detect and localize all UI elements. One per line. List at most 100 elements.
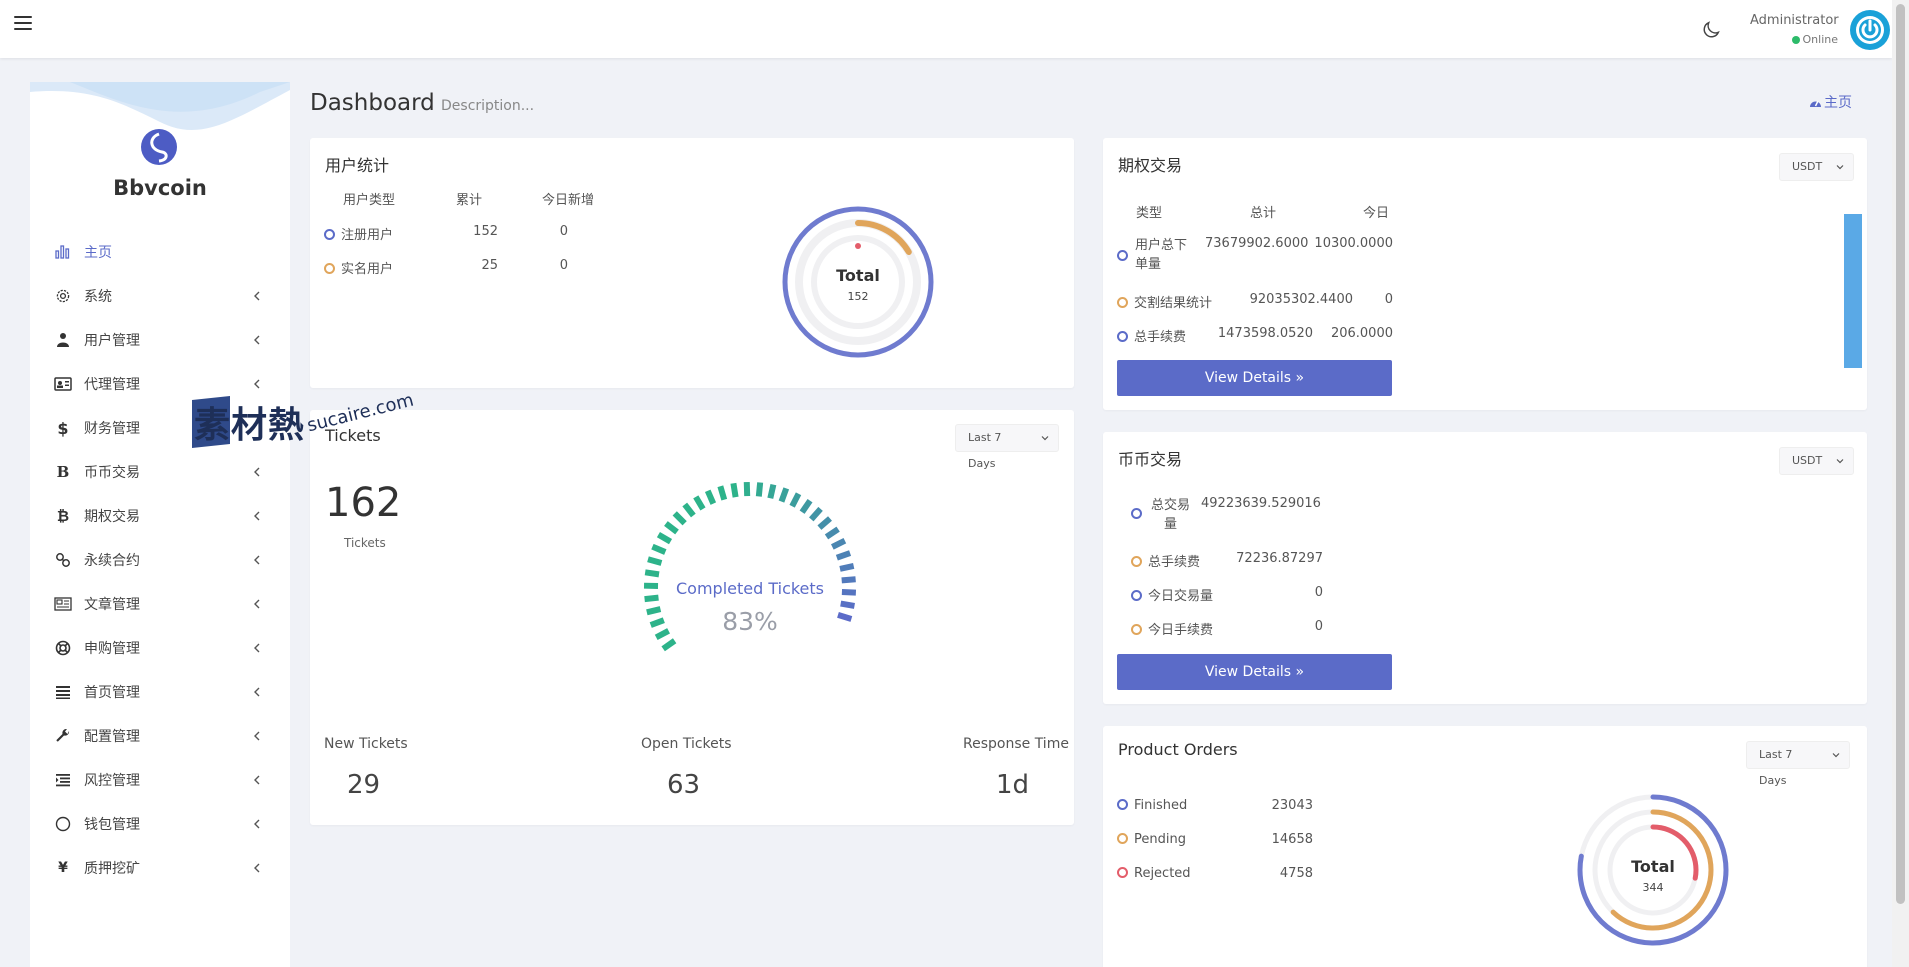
gauge-tick [809,506,823,522]
chevron-left-icon [254,819,260,829]
button-label: View Details [1204,664,1292,680]
page-scrollbar[interactable] [1892,0,1909,967]
row-label: 总交易 [1151,498,1191,513]
row-total: 152 [473,224,498,239]
options-scroll-bar[interactable] [1844,214,1862,368]
sidebar-item[interactable]: 申购管理 [30,626,290,670]
hamburger-menu-icon[interactable] [14,16,32,34]
sidebar-item[interactable]: 钱包管理 [30,802,290,846]
sidebar-item[interactable]: 配置管理 [30,714,290,758]
gauge-tick [841,576,856,584]
breadcrumb-label: 主页 [1824,95,1852,111]
user-icon [52,332,74,348]
options-currency-select[interactable]: USDT [1779,153,1854,181]
sidebar-item[interactable]: 系统 [30,274,290,318]
chevron-left-icon [254,467,260,477]
chevron-left-icon [254,643,260,653]
row-today: 0 [1384,292,1393,307]
moon-icon[interactable] [1700,19,1722,41]
options-view-details-button[interactable]: View Details » [1117,360,1392,396]
row-type: 总手续费 [1134,330,1187,345]
row-label: Pending [1134,832,1186,847]
gauge-tick [693,495,706,511]
gauge-tick [824,526,840,540]
wrench-icon [52,728,74,744]
sidebar-item[interactable]: 用户管理 [30,318,290,362]
row-total: 25 [481,258,498,273]
gauge-tick [651,543,667,555]
sidebar-item-label: 钱包管理 [84,817,140,833]
legend-ring-icon [324,263,335,274]
avatar[interactable] [1850,10,1890,50]
button-label: View Details [1204,370,1292,386]
gauge-tick [649,617,665,628]
gauge-tick [778,487,790,503]
options-trading-card: 期权交易 USDT 类型 总计 今日 用户总下 单量 73679902.6000… [1103,138,1867,410]
chevron-left-icon [254,687,260,697]
sidebar-item[interactable]: ¥ 质押挖矿 [30,846,290,890]
gauge-tick [644,594,659,603]
table-row: Pending [1117,832,1186,847]
sidebar-item[interactable]: 首页管理 [30,670,290,714]
completed-tickets-gauge: Completed Tickets 83% [643,481,857,652]
col-total: 累计 [456,193,483,208]
gauge-tick [755,482,764,497]
spot-view-details-button[interactable]: View Details » [1117,654,1392,690]
sidebar-item[interactable]: 风控管理 [30,758,290,802]
sidebar-item[interactable]: 永续合约 [30,538,290,582]
sidebar-menu: 主页 系统 用户管理 代理管理 $ 财务管理 B 币币交易 ₿ 期权交易 永续合约 文章管理 申购管理首… [30,230,290,890]
gauge-tick [767,483,777,499]
sidebar-item[interactable]: 文章管理 [30,582,290,626]
sidebar-item-label: 风控管理 [84,773,140,789]
orders-period-select[interactable]: Last 7 Days [1746,741,1850,787]
orders-total-donut: Total 344 [1577,794,1729,946]
chevron-left-icon [254,335,260,345]
scroll-thumb[interactable] [1896,4,1905,904]
sidebar-item[interactable]: ₿ 期权交易 [30,494,290,538]
row-total: 73679902.6000 [1205,236,1309,251]
watermark-main: 素材熱 [194,405,306,446]
legend-ring-icon [1117,833,1128,844]
tickets-card: Tickets Last 7 Days 162 Tickets Complete… [310,410,1074,825]
breadcrumb[interactable]: 主页 [1809,92,1852,112]
sidebar-item-label: 配置管理 [84,729,140,745]
legend-ring-icon [1131,508,1142,519]
chevron-left-icon [254,555,260,565]
stat-response-time-label: Response Time [963,736,1069,752]
row-today: 0 [559,224,568,239]
gauge-tick [817,516,832,530]
chevron-left-icon [254,775,260,785]
user-name[interactable]: Administrator [1750,13,1839,28]
stat-open-tickets-value: 63 [667,770,701,800]
legend-ring-icon [1131,556,1142,567]
row-value: 49223639.529016 [1201,496,1321,511]
spot-currency-select[interactable]: USDT [1779,447,1854,475]
tickets-period-select[interactable]: Last 7 Days [955,424,1059,470]
row-label: Finished [1134,798,1188,813]
bar-chart-icon [52,244,74,260]
select-value: Last 7 Days [1759,748,1793,787]
sidebar-item[interactable]: 主页 [30,230,290,274]
donut-label: Total [836,266,880,285]
row-today: 10300.0000 [1314,236,1393,251]
chevron-down-icon [1836,459,1844,464]
col-today: 今日新增 [542,193,595,208]
row-today: 206.0000 [1330,326,1393,341]
gauge-tick [730,482,739,498]
table-row: Rejected [1117,866,1191,881]
gauge-tick [656,532,673,545]
chevron-down-icon [1832,753,1840,758]
legend-ring-icon [1131,624,1142,635]
gauge-value: 83% [722,607,778,636]
table-row: 注册用户 [324,224,393,243]
gear-icon [52,288,74,304]
row-label: 总手续费 [1148,555,1201,570]
brand-name: Bbvcoin [113,176,207,200]
circle-icon [52,816,74,832]
col-total: 总计 [1250,206,1277,221]
user-total-donut: Total 152 [782,206,934,358]
gauge-tick [837,612,853,622]
row-label: Rejected [1134,866,1191,881]
select-value: Last 7 Days [968,431,1002,470]
row-value: 23043 [1271,798,1313,813]
